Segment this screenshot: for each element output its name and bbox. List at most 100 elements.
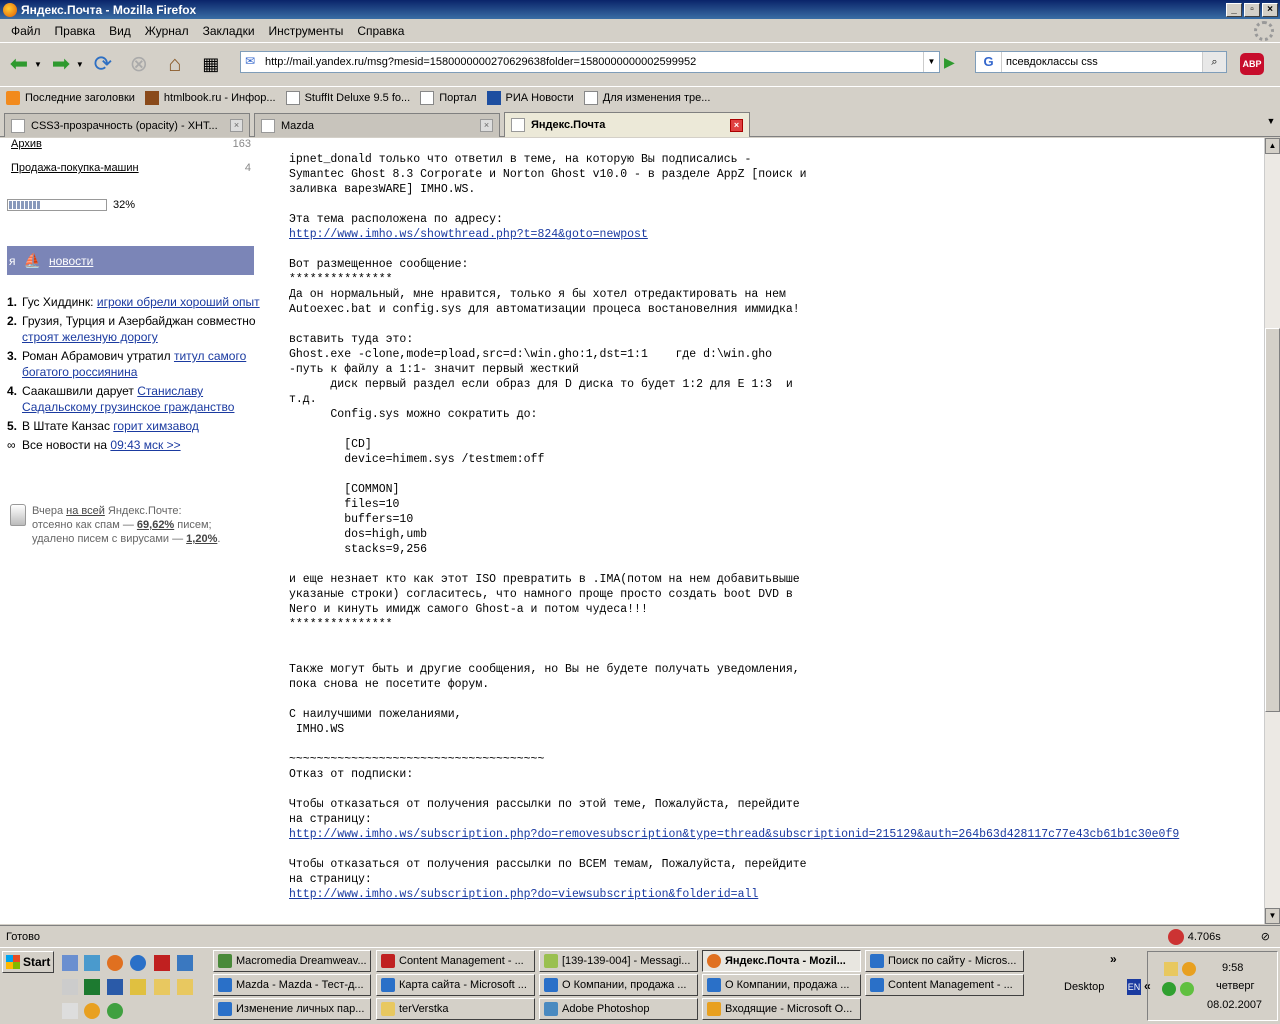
menu-view[interactable]: Вид (102, 24, 138, 38)
task-mazda-test[interactable]: Mazda - Mazda - Тест-д... (213, 974, 371, 996)
outlook-icon (707, 1002, 721, 1016)
forward-arrow-icon[interactable]: ➡ (46, 49, 76, 79)
task-about-company-2[interactable]: О Компании, продажа ... (702, 974, 861, 996)
yandex-bar-status[interactable]: 4.706s (1167, 928, 1221, 945)
task-content-management-2[interactable]: Content Management - ... (865, 974, 1024, 996)
clock-quicklaunch-icon[interactable] (84, 1003, 100, 1019)
forward-dropdown-icon[interactable]: ▼ (76, 60, 84, 69)
quicklaunch-icon[interactable] (62, 1003, 78, 1019)
quicklaunch-icon[interactable] (177, 955, 193, 971)
magnifier-icon[interactable]: ⌕ (1202, 52, 1226, 72)
close-tab-icon[interactable]: × (230, 119, 243, 132)
desktop-toolbar[interactable]: Desktop (1064, 981, 1104, 993)
mail-tray-icon[interactable] (1164, 962, 1178, 976)
back-arrow-icon[interactable]: ⬅ (4, 49, 34, 79)
folder-item[interactable]: Продажа-покупка-машин 4 (11, 162, 251, 174)
menu-tools[interactable]: Инструменты (262, 24, 351, 38)
tab-list-dropdown-icon[interactable]: ▼ (1264, 116, 1278, 132)
close-window-button[interactable]: × (1262, 2, 1278, 17)
bookmark-item[interactable]: Последние заголовки (6, 90, 135, 105)
go-arrow-icon[interactable]: ▶ (944, 54, 962, 72)
all-mail-link[interactable]: на всей (66, 505, 105, 517)
stop-icon[interactable]: ⊗ (124, 49, 154, 79)
quicklaunch-icon[interactable] (107, 1003, 123, 1019)
tab-css3-opacity[interactable]: CSS3-прозрачность (opacity) - ХНТ... × (4, 113, 250, 137)
folder-quicklaunch-icon[interactable] (177, 979, 193, 995)
folder-quicklaunch-icon[interactable] (154, 979, 170, 995)
tab-yandex-mail[interactable]: Яндекс.Почта × (504, 112, 750, 137)
news-link[interactable]: новости (49, 254, 93, 268)
task-about-company-1[interactable]: О Компании, продажа ... (539, 974, 698, 996)
task-terverstka[interactable]: terVerstka (376, 998, 535, 1020)
folder-item[interactable]: Архив 163 (11, 138, 251, 150)
bookmark-item[interactable]: Портал (420, 90, 477, 105)
adblock-icon[interactable]: ABP (1240, 53, 1264, 75)
quicklaunch-icon[interactable] (62, 955, 78, 971)
task-dreamweaver[interactable]: Macromedia Dreamweav... (213, 950, 371, 972)
network-tray-icon[interactable] (1180, 982, 1194, 996)
bookmark-item[interactable]: StuffIt Deluxe 9.5 fo... (285, 90, 410, 105)
task-site-search[interactable]: Поиск по сайту - Micros... (865, 950, 1024, 972)
tab-mazda[interactable]: Mazda × (254, 113, 500, 137)
icq-tray-icon[interactable] (1162, 982, 1176, 996)
search-engine-icon[interactable]: G (976, 52, 1002, 72)
close-tab-icon[interactable]: × (480, 119, 493, 132)
news-link[interactable]: строят железную дорогу (22, 330, 158, 344)
thread-link[interactable]: http://www.imho.ws/showthread.php?t=824&… (289, 228, 648, 241)
news-link[interactable]: игроки обрели хороший опыт (97, 295, 260, 309)
clock-tray-icon[interactable] (1182, 962, 1196, 976)
task-personal-settings[interactable]: Изменение личных пар... (213, 998, 371, 1020)
bookmark-item[interactable]: РИА Новости (486, 90, 574, 105)
scroll-up-icon[interactable]: ▲ (1265, 138, 1280, 154)
quicklaunch-icon[interactable] (62, 979, 78, 995)
taskbar-more-icon[interactable]: » (1110, 952, 1117, 966)
vertical-scrollbar[interactable]: ▲ ▼ (1264, 138, 1280, 924)
unsubscribe-thread-link[interactable]: http://www.imho.ws/subscription.php?do=r… (289, 828, 1179, 841)
minimize-button[interactable]: _ (1226, 2, 1242, 17)
search-input[interactable]: псевдоклассы css (1002, 56, 1202, 68)
bookmark-item[interactable]: htmlbook.ru - Инфор... (144, 90, 276, 105)
scroll-thumb[interactable] (1265, 328, 1280, 712)
task-messaging[interactable]: [139-139-004] - Messagi... (539, 950, 698, 972)
quicklaunch-icon[interactable] (84, 955, 100, 971)
clock-time[interactable]: 9:58 (1222, 962, 1243, 974)
firefox-quicklaunch-icon[interactable] (107, 955, 123, 971)
start-button[interactable]: Start (2, 951, 54, 973)
unsubscribe-all-link[interactable]: http://www.imho.ws/subscription.php?do=v… (289, 888, 758, 901)
menu-file[interactable]: Файл (4, 24, 48, 38)
opera-quicklaunch-icon[interactable] (154, 955, 170, 971)
all-news-link[interactable]: 09:43 мск >> (110, 438, 180, 452)
grid-view-icon[interactable]: ▦ (196, 49, 226, 79)
task-photoshop[interactable]: Adobe Photoshop (539, 998, 698, 1020)
close-tab-icon[interactable]: × (730, 118, 743, 132)
task-outlook-inbox[interactable]: Входящие - Microsoft O... (702, 998, 861, 1020)
url-dropdown-icon[interactable]: ▼ (923, 52, 939, 72)
search-bar[interactable]: G псевдоклассы css ⌕ (975, 51, 1227, 73)
news-link[interactable]: горит химзавод (113, 419, 199, 433)
url-input[interactable]: http://mail.yandex.ru/msg?mesid=15800000… (265, 56, 923, 68)
quicklaunch-icon[interactable] (130, 979, 146, 995)
scroll-down-icon[interactable]: ▼ (1265, 908, 1280, 924)
task-site-map[interactable]: Карта сайта - Microsoft ... (376, 974, 535, 996)
url-bar[interactable]: ✉ http://mail.yandex.ru/msg?mesid=158000… (240, 51, 940, 73)
maximize-button[interactable]: ▫ (1244, 2, 1260, 17)
menu-edit[interactable]: Правка (48, 24, 103, 38)
home-icon[interactable]: ⌂ (160, 49, 190, 79)
menu-help[interactable]: Справка (350, 24, 411, 38)
reload-icon[interactable]: ⟳ (88, 49, 118, 79)
language-indicator[interactable]: EN (1127, 979, 1141, 995)
menu-bookmarks[interactable]: Закладки (196, 24, 262, 38)
menu-history[interactable]: Журнал (138, 24, 196, 38)
task-yandex-mail[interactable]: Яндекс.Почта - Mozil... (702, 950, 861, 972)
excel-quicklaunch-icon[interactable] (84, 979, 100, 995)
back-dropdown-icon[interactable]: ▼ (34, 60, 42, 69)
bookmark-item[interactable]: Для изменения тре... (583, 90, 710, 105)
message-body: ipnet_donald только что ответил в теме, … (289, 153, 1180, 901)
spam-percent[interactable]: 69,62% (137, 519, 174, 531)
virus-percent[interactable]: 1,20% (186, 533, 217, 545)
rss-icon (6, 90, 20, 105)
navigation-toolbar: ⬅ ▼ ➡ ▼ ⟳ ⊗ ⌂ ▦ ✉ http://mail.yandex.ru/… (0, 44, 1280, 84)
task-content-management[interactable]: Content Management - ... (376, 950, 535, 972)
ie-quicklaunch-icon[interactable] (130, 955, 146, 971)
word-quicklaunch-icon[interactable] (107, 979, 123, 995)
